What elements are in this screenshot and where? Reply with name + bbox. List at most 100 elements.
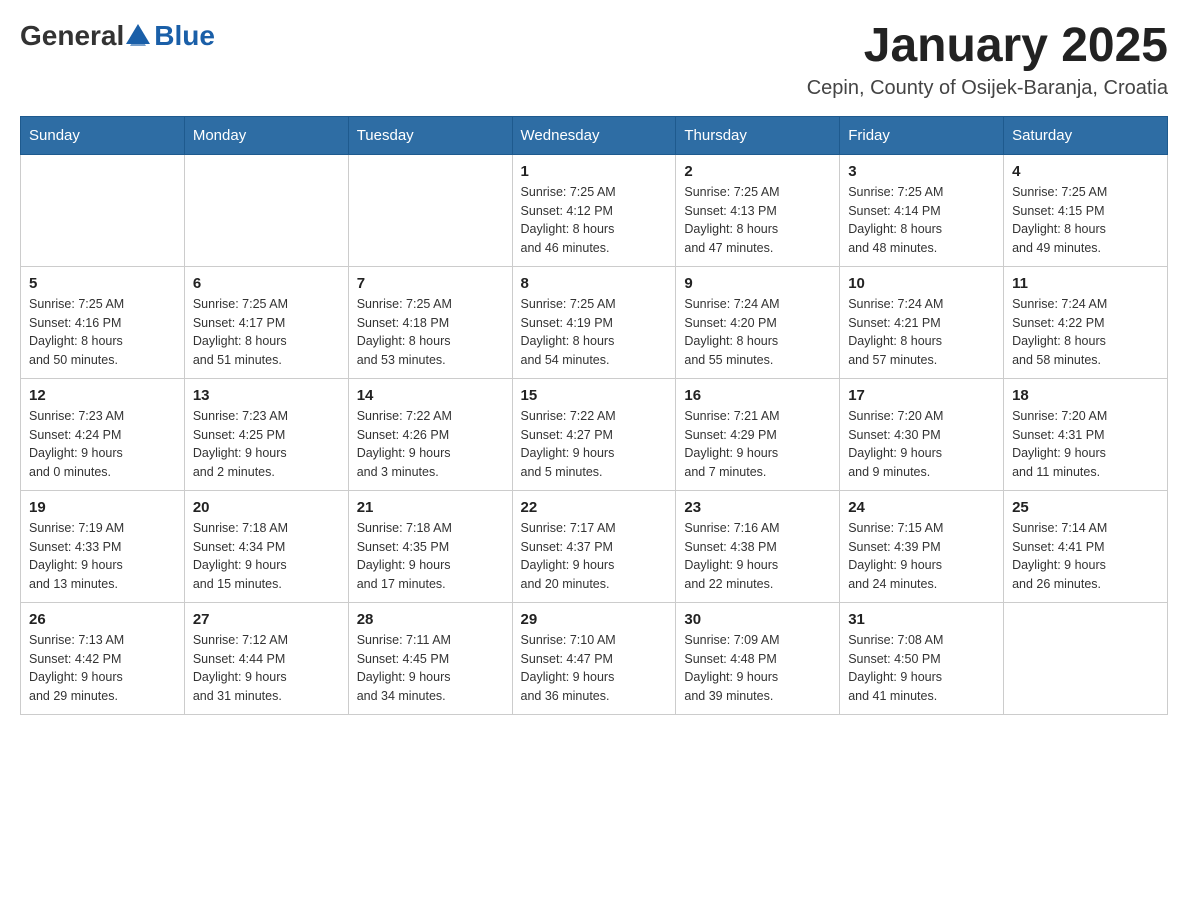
- page-title: January 2025: [807, 20, 1168, 73]
- day-info: Sunrise: 7:22 AM Sunset: 4:26 PM Dayligh…: [357, 407, 504, 482]
- logo-blue-text: Blue: [154, 20, 215, 52]
- calendar-day-cell: 11Sunrise: 7:24 AM Sunset: 4:22 PM Dayli…: [1004, 266, 1168, 378]
- day-info: Sunrise: 7:20 AM Sunset: 4:31 PM Dayligh…: [1012, 407, 1159, 482]
- weekday-header-sunday: Sunday: [21, 116, 185, 154]
- calendar-day-cell: 10 Sunrise: 7:24 AM Sunset: 4:21 PM Dayli…: [840, 266, 1004, 378]
- weekday-header-tuesday: Tuesday: [348, 116, 512, 154]
- calendar-table: SundayMondayTuesdayWednesdayThursdayFrid…: [20, 116, 1168, 715]
- day-number: 26: [29, 611, 176, 628]
- day-number: 12: [29, 387, 176, 404]
- page-header: General Blue January 2025 Cepin, County …: [20, 20, 1168, 100]
- day-number: 18: [1012, 387, 1159, 404]
- day-number: 27: [193, 611, 340, 628]
- day-number: 24: [848, 499, 995, 516]
- calendar-day-cell: 8 Sunrise: 7:25 AM Sunset: 4:19 PM Daylig…: [512, 266, 676, 378]
- day-number: 10: [848, 275, 995, 292]
- day-number: 7: [357, 275, 504, 292]
- day-info: Sunrise: 7:13 AM Sunset: 4:42 PM Dayligh…: [29, 631, 176, 706]
- day-number: 16: [684, 387, 831, 404]
- day-info: Sunrise: 7:08 AM Sunset: 4:50 PM Dayligh…: [848, 631, 995, 706]
- day-info: Sunrise: 7:25 AM Sunset: 4:14 PM Dayligh…: [848, 183, 995, 258]
- calendar-day-cell: 3 Sunrise: 7:25 AM Sunset: 4:14 PM Daylig…: [840, 154, 1004, 266]
- title-area: January 2025 Cepin, County of Osijek-Bar…: [807, 20, 1168, 100]
- day-info: Sunrise: 7:24 AM Sunset: 4:21 PM Dayligh…: [848, 295, 995, 370]
- day-number: 2: [684, 163, 831, 180]
- day-info: Sunrise: 7:11 AM Sunset: 4:45 PM Dayligh…: [357, 631, 504, 706]
- calendar-day-cell: 26 Sunrise: 7:13 AM Sunset: 4:42 PM Dayli…: [21, 602, 185, 714]
- calendar-week-row: 5 Sunrise: 7:25 AM Sunset: 4:16 PM Daylig…: [21, 266, 1168, 378]
- calendar-day-cell: 18 Sunrise: 7:20 AM Sunset: 4:31 PM Dayli…: [1004, 378, 1168, 490]
- day-number: 1: [521, 163, 668, 180]
- calendar-day-cell: 24 Sunrise: 7:15 AM Sunset: 4:39 PM Dayli…: [840, 490, 1004, 602]
- day-info: Sunrise: 7:24 AM Sunset: 4:20 PM Dayligh…: [684, 295, 831, 370]
- calendar-day-cell: 23 Sunrise: 7:16 AM Sunset: 4:38 PM Dayli…: [676, 490, 840, 602]
- day-info: Sunrise: 7:17 AM Sunset: 4:37 PM Dayligh…: [521, 519, 668, 594]
- day-number: 5: [29, 275, 176, 292]
- day-number: 23: [684, 499, 831, 516]
- day-info: Sunrise: 7:21 AM Sunset: 4:29 PM Dayligh…: [684, 407, 831, 482]
- day-number: 19: [29, 499, 176, 516]
- day-info: Sunrise: 7:25 AM Sunset: 4:17 PM Dayligh…: [193, 295, 340, 370]
- calendar-day-cell: 6 Sunrise: 7:25 AM Sunset: 4:17 PM Daylig…: [184, 266, 348, 378]
- day-info: Sunrise: 7:25 AM Sunset: 4:16 PM Dayligh…: [29, 295, 176, 370]
- day-info: Sunrise: 7:24 AM Sunset: 4:22 PM Dayligh…: [1012, 295, 1159, 370]
- day-number: 28: [357, 611, 504, 628]
- day-number: 14: [357, 387, 504, 404]
- day-info: Sunrise: 7:22 AM Sunset: 4:27 PM Dayligh…: [521, 407, 668, 482]
- page-subtitle: Cepin, County of Osijek-Baranja, Croatia: [807, 77, 1168, 100]
- day-info: Sunrise: 7:25 AM Sunset: 4:15 PM Dayligh…: [1012, 183, 1159, 258]
- calendar-day-cell: 2 Sunrise: 7:25 AM Sunset: 4:13 PM Daylig…: [676, 154, 840, 266]
- day-info: Sunrise: 7:25 AM Sunset: 4:19 PM Dayligh…: [521, 295, 668, 370]
- day-number: 4: [1012, 163, 1159, 180]
- logo-general-text: General: [20, 20, 124, 52]
- calendar-day-cell: [1004, 602, 1168, 714]
- calendar-day-cell: [348, 154, 512, 266]
- day-number: 6: [193, 275, 340, 292]
- calendar-day-cell: [184, 154, 348, 266]
- day-number: 31: [848, 611, 995, 628]
- calendar-week-row: 19 Sunrise: 7:19 AM Sunset: 4:33 PM Dayli…: [21, 490, 1168, 602]
- day-number: 30: [684, 611, 831, 628]
- day-info: Sunrise: 7:14 AM Sunset: 4:41 PM Dayligh…: [1012, 519, 1159, 594]
- calendar-day-cell: 14 Sunrise: 7:22 AM Sunset: 4:26 PM Dayli…: [348, 378, 512, 490]
- logo-icon: [124, 22, 152, 50]
- weekday-header-monday: Monday: [184, 116, 348, 154]
- day-info: Sunrise: 7:15 AM Sunset: 4:39 PM Dayligh…: [848, 519, 995, 594]
- calendar-day-cell: 31 Sunrise: 7:08 AM Sunset: 4:50 PM Dayli…: [840, 602, 1004, 714]
- day-info: Sunrise: 7:25 AM Sunset: 4:12 PM Dayligh…: [521, 183, 668, 258]
- calendar-day-cell: 15 Sunrise: 7:22 AM Sunset: 4:27 PM Dayli…: [512, 378, 676, 490]
- calendar-week-row: 1 Sunrise: 7:25 AM Sunset: 4:12 PM Daylig…: [21, 154, 1168, 266]
- calendar-day-cell: 1 Sunrise: 7:25 AM Sunset: 4:12 PM Daylig…: [512, 154, 676, 266]
- calendar-day-cell: 20 Sunrise: 7:18 AM Sunset: 4:34 PM Dayli…: [184, 490, 348, 602]
- day-info: Sunrise: 7:18 AM Sunset: 4:34 PM Dayligh…: [193, 519, 340, 594]
- day-number: 17: [848, 387, 995, 404]
- day-info: Sunrise: 7:25 AM Sunset: 4:13 PM Dayligh…: [684, 183, 831, 258]
- day-info: Sunrise: 7:10 AM Sunset: 4:47 PM Dayligh…: [521, 631, 668, 706]
- calendar-day-cell: 30 Sunrise: 7:09 AM Sunset: 4:48 PM Dayli…: [676, 602, 840, 714]
- calendar-day-cell: 9Sunrise: 7:24 AM Sunset: 4:20 PM Daylig…: [676, 266, 840, 378]
- calendar-week-row: 12 Sunrise: 7:23 AM Sunset: 4:24 PM Dayli…: [21, 378, 1168, 490]
- calendar-day-cell: 16 Sunrise: 7:21 AM Sunset: 4:29 PM Dayli…: [676, 378, 840, 490]
- calendar-day-cell: 5 Sunrise: 7:25 AM Sunset: 4:16 PM Daylig…: [21, 266, 185, 378]
- day-info: Sunrise: 7:19 AM Sunset: 4:33 PM Dayligh…: [29, 519, 176, 594]
- day-number: 15: [521, 387, 668, 404]
- day-info: Sunrise: 7:23 AM Sunset: 4:24 PM Dayligh…: [29, 407, 176, 482]
- day-number: 22: [521, 499, 668, 516]
- calendar-day-cell: 25 Sunrise: 7:14 AM Sunset: 4:41 PM Dayli…: [1004, 490, 1168, 602]
- calendar-day-cell: 7Sunrise: 7:25 AM Sunset: 4:18 PM Daylig…: [348, 266, 512, 378]
- day-number: 13: [193, 387, 340, 404]
- day-number: 8: [521, 275, 668, 292]
- day-number: 20: [193, 499, 340, 516]
- day-info: Sunrise: 7:12 AM Sunset: 4:44 PM Dayligh…: [193, 631, 340, 706]
- day-info: Sunrise: 7:16 AM Sunset: 4:38 PM Dayligh…: [684, 519, 831, 594]
- day-info: Sunrise: 7:09 AM Sunset: 4:48 PM Dayligh…: [684, 631, 831, 706]
- calendar-header-row: SundayMondayTuesdayWednesdayThursdayFrid…: [21, 116, 1168, 154]
- day-number: 29: [521, 611, 668, 628]
- weekday-header-saturday: Saturday: [1004, 116, 1168, 154]
- calendar-day-cell: 13Sunrise: 7:23 AM Sunset: 4:25 PM Dayli…: [184, 378, 348, 490]
- day-number: 25: [1012, 499, 1159, 516]
- calendar-week-row: 26 Sunrise: 7:13 AM Sunset: 4:42 PM Dayli…: [21, 602, 1168, 714]
- day-number: 3: [848, 163, 995, 180]
- logo: General Blue: [20, 20, 215, 52]
- weekday-header-thursday: Thursday: [676, 116, 840, 154]
